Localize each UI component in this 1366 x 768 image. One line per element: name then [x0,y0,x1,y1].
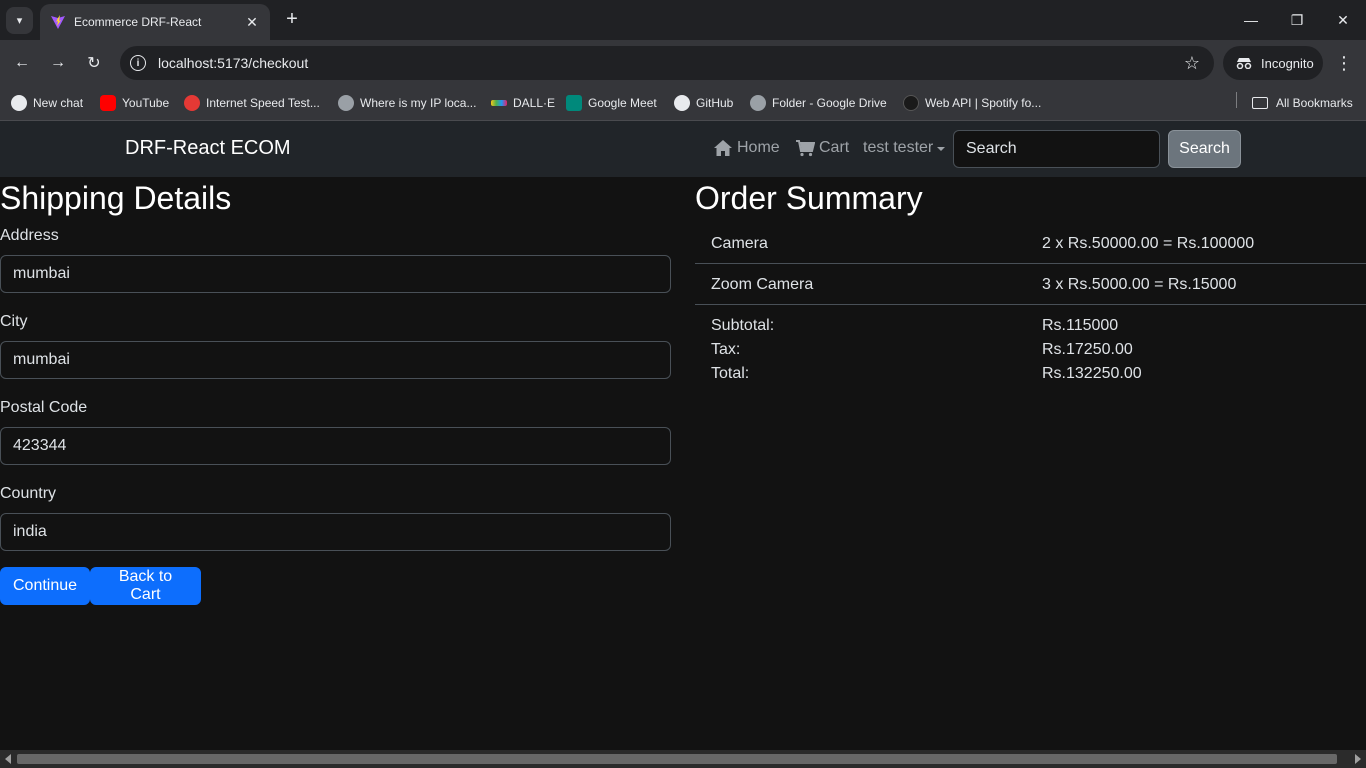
postal-code-label: Postal Code [0,399,88,416]
tab-close-icon[interactable]: ✕ [244,14,260,31]
all-bookmarks[interactable]: All Bookmarks [1252,92,1353,114]
tax-value: Rs.17250.00 [1042,341,1133,358]
tab-search-icon[interactable]: ▾ [6,7,33,34]
order-summary-title: Order Summary [695,180,923,216]
nav-cart-label: Cart [819,139,850,156]
tab-title: Ecommerce DRF-React [74,15,202,29]
user-name: test tester [863,139,934,156]
user-dropdown[interactable]: test tester [863,139,946,157]
bookmark-label: DALL·E [513,96,556,110]
subtotal-label: Subtotal: [711,317,775,334]
browser-tab[interactable]: Ecommerce DRF-React ✕ [40,4,270,40]
back-arrow-icon[interactable]: ← [7,48,37,78]
bookmark-ip-location[interactable]: Where is my IP loca... [338,92,476,114]
nav-home-label: Home [737,139,780,156]
bookmark-label: Internet Speed Test... [206,96,320,110]
nav-cart[interactable]: Cart [795,139,849,157]
bookmark-label: GitHub [696,96,734,110]
minimize-icon[interactable]: — [1228,0,1274,40]
bookmark-dalle[interactable]: DALL·E [491,92,555,114]
youtube-icon [100,95,116,111]
search-input[interactable] [953,130,1160,168]
summary-item-name: Camera [711,235,768,252]
browser-tabbar: ▾ Ecommerce DRF-React ✕ + — ❐ ✕ [0,0,1366,40]
shipping-title: Shipping Details [0,180,232,216]
browser-toolbar: ← → ↻ i localhost:5173/checkout ☆ Incogn… [0,40,1366,86]
bookmark-label: New chat [33,96,84,110]
browser-menu-icon[interactable]: ⋮ [1332,48,1356,78]
city-field[interactable] [0,341,671,379]
page-content: DRF-React ECOM Home Cart test tester Sea… [0,121,1366,750]
address-field[interactable] [0,255,671,293]
bookmark-spotify[interactable]: Web API | Spotify fo... [903,92,1041,114]
restore-icon[interactable]: ❐ [1274,0,1320,40]
url-path: :5173/checkout [213,55,309,71]
address-bar[interactable]: i localhost:5173/checkout ☆ [120,46,1214,80]
bookmark-label: Where is my IP loca... [360,96,477,110]
subtotal-value: Rs.115000 [1042,317,1119,334]
new-tab-icon[interactable]: + [281,8,303,30]
bookmark-google-drive[interactable]: Folder - Google Drive [750,92,887,114]
tax-label: Tax: [711,341,741,358]
url-text[interactable]: localhost:5173/checkout [158,55,1184,71]
brand-link[interactable]: DRF-React ECOM [125,137,291,160]
bookmark-label: YouTube [122,96,170,110]
summary-item-row [695,223,1366,264]
incognito-label: Incognito [1261,55,1314,71]
cart-icon [796,140,815,157]
summary-item-line: 3 x Rs.5000.00 = Rs.15000 [1042,276,1237,293]
dalle-icon [491,100,507,106]
caret-down-icon [937,147,946,151]
country-field[interactable] [0,513,671,551]
bookmark-github[interactable]: GitHub [674,92,733,114]
summary-item-line: 2 x Rs.50000.00 = Rs.100000 [1042,235,1255,252]
scroll-left-icon[interactable] [5,754,11,764]
url-host: localhost [158,55,214,71]
incognito-icon [1236,58,1252,69]
bookmarks-bar: New chat YouTube Internet Speed Test... … [0,86,1366,121]
site-navbar: DRF-React ECOM Home Cart test tester Sea… [0,121,1366,177]
bookmark-label: Google Meet [588,96,657,110]
bookmark-label: Web API | Spotify fo... [925,96,1042,110]
scroll-right-icon[interactable] [1355,754,1361,764]
forward-arrow-icon[interactable]: → [43,48,73,78]
continue-button[interactable]: Continue [0,567,90,605]
globe-icon [750,95,766,111]
globe-icon [338,95,354,111]
search-button[interactable]: Search [1168,130,1241,168]
all-bookmarks-label: All Bookmarks [1276,96,1353,110]
bookmark-speed-test[interactable]: Internet Speed Test... [184,92,320,114]
total-label: Total: [711,365,750,382]
city-label: City [0,313,28,330]
nav-home[interactable]: Home [713,139,780,157]
back-to-cart-button[interactable]: Back to Cart [90,567,201,605]
scrollbar-thumb[interactable] [17,754,1337,764]
meet-icon [566,95,582,111]
site-info-icon[interactable]: i [130,55,146,71]
incognito-badge[interactable]: Incognito [1223,46,1323,80]
bookmark-star-icon[interactable]: ☆ [1184,53,1200,74]
country-label: Country [0,485,57,502]
openai-icon [11,95,27,111]
bookmark-google-meet[interactable]: Google Meet [566,92,657,114]
folder-icon [1252,97,1268,109]
bookmarks-divider [1236,92,1237,108]
address-label: Address [0,227,59,244]
reload-icon[interactable]: ↻ [79,48,109,78]
total-value: Rs.132250.00 [1042,365,1142,382]
bookmark-label: Folder - Google Drive [772,96,887,110]
speedtest-icon [184,95,200,111]
postal-code-field[interactable] [0,427,671,465]
bookmark-new-chat[interactable]: New chat [11,92,83,114]
summary-item-name: Zoom Camera [711,276,814,293]
github-icon [674,95,690,111]
bookmark-youtube[interactable]: YouTube [100,92,169,114]
close-window-icon[interactable]: ✕ [1320,0,1366,40]
vite-icon [51,15,65,29]
home-icon [714,140,732,156]
spotify-icon [903,95,919,111]
horizontal-scrollbar[interactable] [0,750,1366,768]
